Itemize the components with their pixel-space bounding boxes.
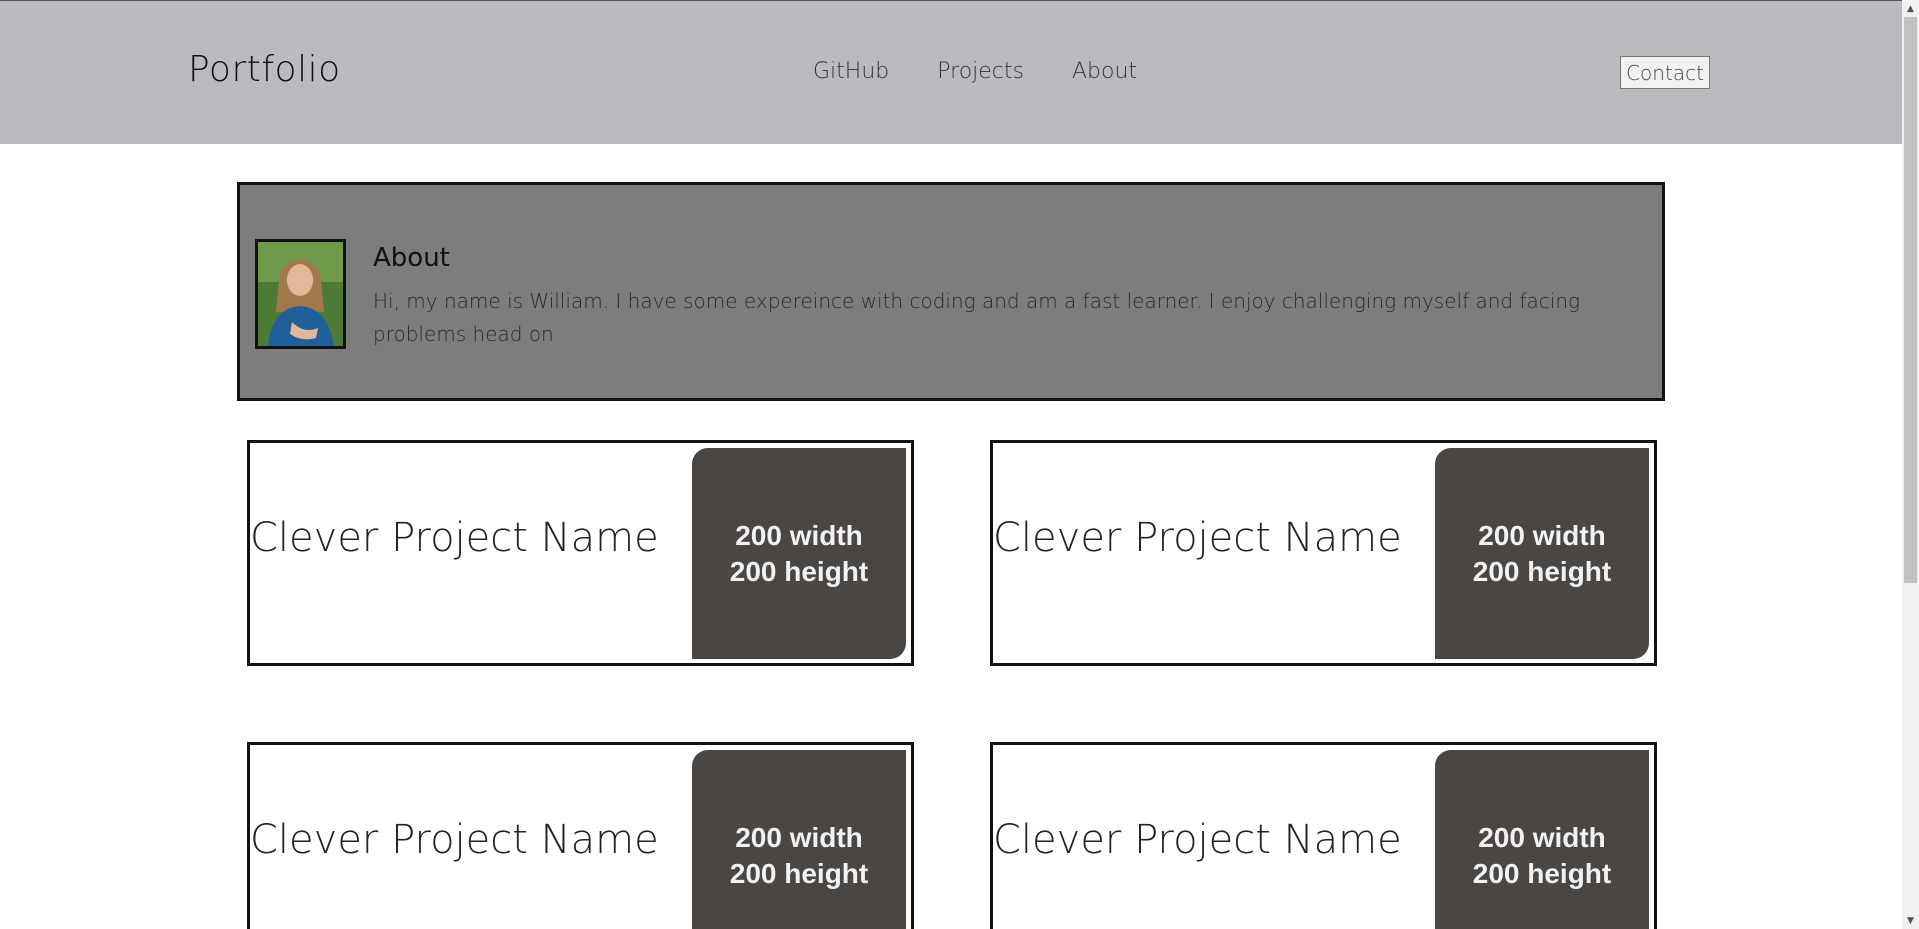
about-description: Hi, my name is William. I have some expe… bbox=[373, 289, 1581, 346]
nav-link-github[interactable]: GitHub bbox=[813, 59, 889, 84]
brand-logo[interactable]: Portfolio bbox=[188, 49, 341, 90]
nav-link-projects[interactable]: Projects bbox=[937, 59, 1024, 84]
project-name: Clever Project Name bbox=[993, 817, 1402, 863]
nav-link-about[interactable]: About bbox=[1072, 59, 1137, 84]
main-nav: GitHub Projects About bbox=[813, 59, 1137, 84]
project-name: Clever Project Name bbox=[993, 515, 1402, 561]
site-header: Portfolio GitHub Projects About Contact bbox=[0, 1, 1902, 144]
project-card[interactable]: Clever Project Name 200 width 200 height bbox=[990, 440, 1657, 666]
about-heading: About bbox=[373, 243, 450, 273]
project-card[interactable]: Clever Project Name 200 width 200 height bbox=[990, 742, 1657, 929]
page: Portfolio GitHub Projects About Contact … bbox=[0, 0, 1919, 929]
thumbnail-height-label: 200 height bbox=[729, 857, 869, 889]
thumbnail-height-label: 200 height bbox=[1472, 555, 1612, 587]
about-section: About Hi, my name is William. I have som… bbox=[237, 182, 1665, 401]
project-name: Clever Project Name bbox=[250, 817, 659, 863]
profile-photo bbox=[255, 239, 346, 349]
scroll-down-arrow-icon[interactable]: ▼ bbox=[1902, 912, 1919, 929]
project-card[interactable]: Clever Project Name 200 width 200 height bbox=[247, 440, 914, 666]
project-name: Clever Project Name bbox=[250, 515, 659, 561]
scroll-up-arrow-icon[interactable]: ▲ bbox=[1902, 0, 1919, 17]
project-thumbnail: 200 width 200 height bbox=[692, 448, 906, 659]
vertical-scrollbar[interactable]: ▲ ▼ bbox=[1902, 0, 1919, 929]
project-card[interactable]: Clever Project Name 200 width 200 height bbox=[247, 742, 914, 929]
project-thumbnail: 200 width 200 height bbox=[1435, 750, 1649, 929]
scrollbar-thumb[interactable] bbox=[1904, 17, 1917, 583]
project-thumbnail: 200 width 200 height bbox=[1435, 448, 1649, 659]
thumbnail-width-label: 200 width bbox=[1478, 519, 1606, 551]
profile-photo-image bbox=[258, 242, 343, 346]
contact-button[interactable]: Contact bbox=[1620, 56, 1710, 89]
thumbnail-width-label: 200 width bbox=[735, 821, 863, 853]
thumbnail-width-label: 200 width bbox=[735, 519, 863, 551]
thumbnail-height-label: 200 height bbox=[729, 555, 869, 587]
project-thumbnail: 200 width 200 height bbox=[692, 750, 906, 929]
thumbnail-width-label: 200 width bbox=[1478, 821, 1606, 853]
thumbnail-height-label: 200 height bbox=[1472, 857, 1612, 889]
